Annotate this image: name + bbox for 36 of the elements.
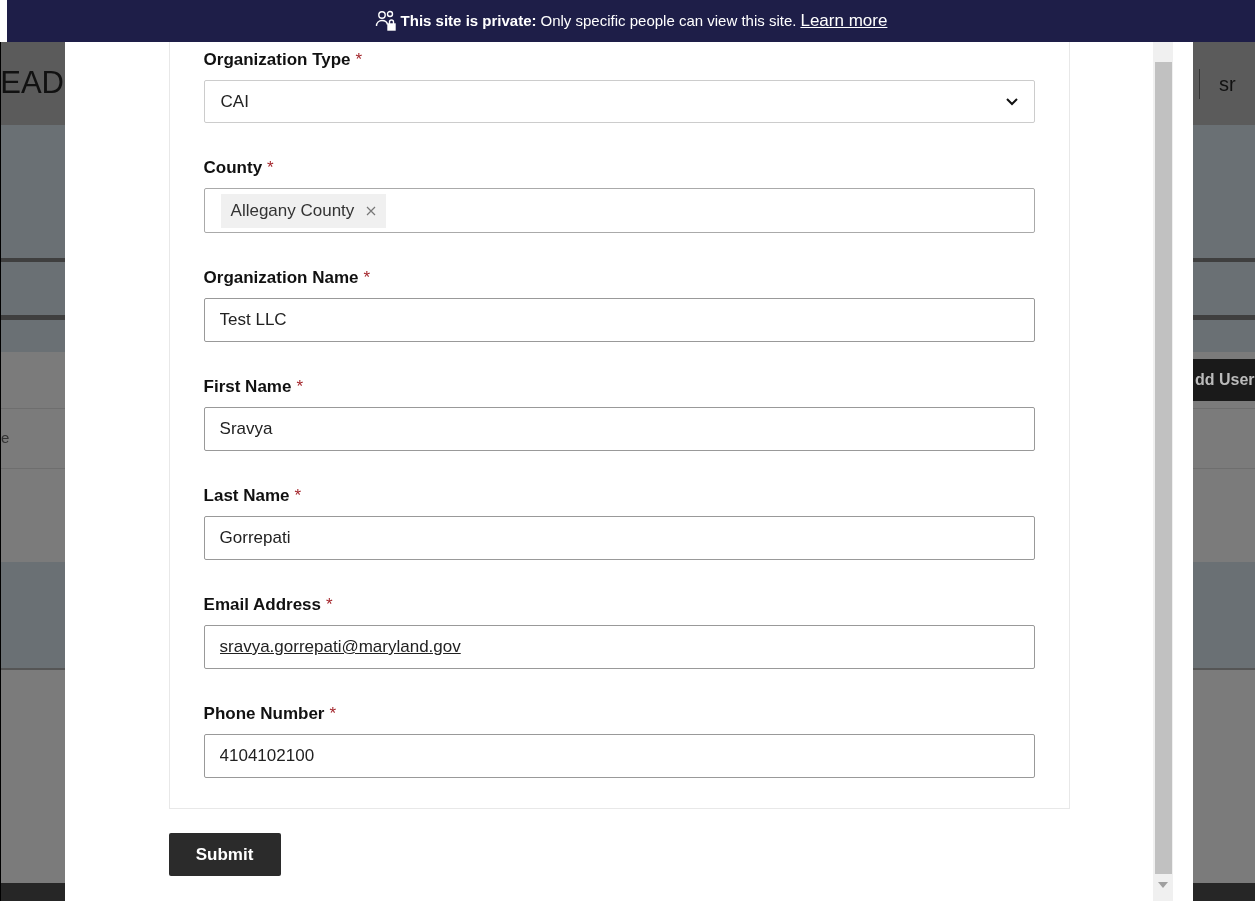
field-label: County (203, 157, 263, 177)
field-label: Last Name (203, 485, 290, 505)
people-lock-icon (374, 10, 397, 32)
submit-button[interactable]: Submit (168, 833, 281, 876)
banner-title: This site is private: (400, 10, 537, 31)
page-heading: EAD (1, 64, 65, 103)
scrollbar[interactable] (1153, 42, 1174, 901)
required-mark: * (294, 485, 302, 505)
required-mark: * (355, 49, 363, 69)
field-label: Phone Number (203, 703, 325, 723)
input-field[interactable]: Sravya (203, 407, 1035, 451)
county-tag: Allegany County (220, 193, 387, 228)
scroll-down-icon[interactable] (1158, 882, 1169, 888)
input-field[interactable]: Test LLC (203, 298, 1035, 342)
select-field[interactable]: CAI (203, 80, 1035, 123)
input-field[interactable]: Gorrepati (203, 516, 1035, 560)
field-label: Organization Type (203, 49, 351, 69)
table-cell-text: e (1, 428, 10, 449)
remove-tag-icon[interactable] (366, 205, 377, 216)
required-mark: * (326, 594, 333, 614)
input-field[interactable]: 4104102100 (203, 734, 1035, 778)
required-mark: * (267, 157, 274, 177)
email-field[interactable]: sravya.gorrepati@maryland.gov (203, 625, 1035, 669)
learn-more-link[interactable]: Learn more (800, 8, 888, 34)
county-field[interactable]: Allegany County (203, 188, 1035, 233)
required-mark: * (296, 376, 304, 396)
banner-text: Only specific people can view this site. (540, 10, 797, 31)
chevron-down-icon (1005, 97, 1018, 106)
user-name: sr (1199, 68, 1236, 99)
field-label: Email Address (203, 594, 322, 614)
add-user-button[interactable]: dd User (1193, 359, 1255, 401)
scrollbar-thumb[interactable] (1154, 62, 1172, 874)
field-label: Organization Name (203, 267, 359, 287)
field-label: First Name (203, 376, 292, 396)
required-mark: * (329, 703, 337, 723)
required-mark: * (363, 267, 371, 287)
